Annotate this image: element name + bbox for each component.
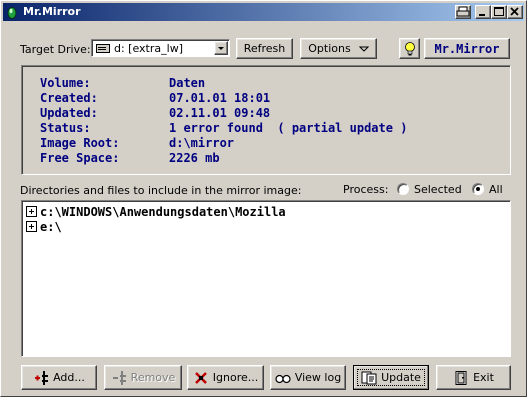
maximize-icon xyxy=(494,7,504,16)
close-button[interactable] xyxy=(507,5,523,19)
expand-icon[interactable] xyxy=(26,221,37,232)
exit-label: Exit xyxy=(473,371,494,384)
refresh-label: Refresh xyxy=(243,42,286,55)
lightbulb-icon xyxy=(404,41,415,55)
info-key: Created: xyxy=(40,91,98,105)
drive-dropdown-button[interactable] xyxy=(214,41,228,55)
main-window: Mr.Mirror Target Drive: d: [extra_lw] Re… xyxy=(0,0,527,397)
maximize-button[interactable] xyxy=(491,5,507,19)
list-heading: Directories and files to include in the … xyxy=(20,184,302,197)
info-key: Volume: xyxy=(40,76,91,90)
process-selected-radio[interactable] xyxy=(397,183,409,195)
info-value: Daten xyxy=(169,76,206,90)
view-log-label: View log xyxy=(294,371,342,384)
focus-rect xyxy=(354,366,428,389)
ignore-icon xyxy=(194,371,207,384)
volume-info-panel: Volume: Daten Created: 07.01.01 18:01 Up… xyxy=(21,65,511,175)
chevron-down-icon xyxy=(218,47,224,50)
drive-value: d: [extra_lw] xyxy=(114,42,183,55)
minimize-button[interactable] xyxy=(475,5,491,19)
add-icon xyxy=(35,370,49,385)
ignore-label: Ignore... xyxy=(212,371,259,384)
update-button[interactable]: Update xyxy=(353,365,429,390)
target-drive-select[interactable]: d: [extra_lw] xyxy=(91,39,230,57)
options-label: Options xyxy=(308,42,351,55)
list-item-path: e:\ xyxy=(40,220,62,234)
expand-icon[interactable] xyxy=(26,206,37,217)
minimize-icon xyxy=(479,14,485,16)
remove-icon xyxy=(112,370,126,385)
ignore-button[interactable]: Ignore... xyxy=(187,365,264,390)
remove-button[interactable]: Remove xyxy=(104,365,182,390)
brand-button[interactable]: Mr.Mirror xyxy=(424,38,510,59)
title-bar[interactable]: Mr.Mirror xyxy=(3,3,524,21)
info-value: 1 error found ( partial update ) xyxy=(169,121,408,135)
remove-label: Remove xyxy=(130,371,176,384)
printer-icon xyxy=(456,6,470,17)
options-button[interactable]: Options xyxy=(300,38,377,59)
chevron-down-icon xyxy=(358,46,369,52)
process-all-radio[interactable] xyxy=(472,183,484,195)
brand-label: Mr.Mirror xyxy=(434,41,500,56)
add-label: Add... xyxy=(53,371,85,384)
window-title: Mr.Mirror xyxy=(23,5,81,18)
drive-icon xyxy=(96,44,110,53)
tips-button[interactable] xyxy=(399,38,420,59)
include-list[interactable]: c:\WINDOWS\Anwendungsdaten\Mozilla e:\ xyxy=(21,200,511,357)
info-key: Free Space: xyxy=(40,151,120,165)
info-value: d:\mirror xyxy=(169,136,235,150)
exit-door-icon xyxy=(455,370,467,385)
process-selected-label[interactable]: Selected xyxy=(414,183,462,196)
target-drive-label: Target Drive: xyxy=(20,43,91,56)
add-button[interactable]: Add... xyxy=(21,365,97,390)
exit-button[interactable]: Exit xyxy=(436,365,511,390)
glasses-icon xyxy=(275,374,291,383)
info-value: 07.01.01 18:01 xyxy=(169,91,271,105)
process-all-label[interactable]: All xyxy=(489,183,503,196)
info-key: Updated: xyxy=(40,106,98,120)
process-label: Process: xyxy=(343,183,389,196)
info-value: 02.11.01 09:48 xyxy=(169,106,271,120)
close-icon xyxy=(510,7,519,16)
mirror-drop-icon xyxy=(7,7,17,19)
info-key: Image Root: xyxy=(40,136,120,150)
info-value: 2226 mb xyxy=(169,151,220,165)
list-item-path: c:\WINDOWS\Anwendungsdaten\Mozilla xyxy=(40,205,286,219)
refresh-button[interactable]: Refresh xyxy=(236,38,293,59)
info-key: Status: xyxy=(40,121,91,135)
view-log-button[interactable]: View log xyxy=(270,365,346,390)
print-button[interactable] xyxy=(455,5,471,19)
